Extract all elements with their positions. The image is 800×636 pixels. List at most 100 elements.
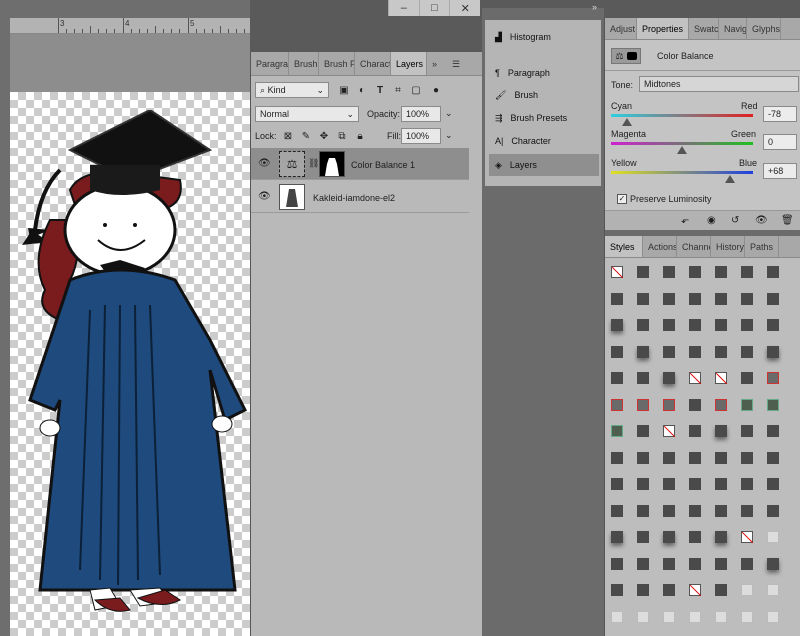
style-swatch[interactable] xyxy=(715,557,727,570)
eye-icon[interactable]: 👁︎ xyxy=(755,215,768,226)
style-swatch[interactable] xyxy=(663,557,675,570)
style-swatch[interactable] xyxy=(767,531,779,543)
magenta-green-track[interactable] xyxy=(611,142,753,145)
style-swatch[interactable] xyxy=(663,345,675,358)
opacity-input[interactable]: 100% xyxy=(401,106,441,122)
style-swatch[interactable] xyxy=(715,504,727,517)
style-swatch[interactable] xyxy=(689,531,701,543)
style-swatch[interactable] xyxy=(741,398,753,411)
clip-to-layer-icon[interactable]: ⬐ xyxy=(681,215,689,226)
lock-all-icon[interactable]: 🔒︎ xyxy=(353,129,367,143)
style-swatch[interactable] xyxy=(767,398,779,411)
style-swatch[interactable] xyxy=(611,504,623,517)
lock-image-icon[interactable]: ✎ xyxy=(299,129,313,143)
mask-icon[interactable] xyxy=(626,52,637,60)
style-swatch[interactable] xyxy=(715,425,727,437)
style-swatch[interactable] xyxy=(611,398,623,411)
lock-artboard-icon[interactable]: ⧉ xyxy=(335,129,349,143)
style-swatch[interactable] xyxy=(611,319,623,331)
style-swatch[interactable] xyxy=(715,451,727,464)
style-swatch[interactable] xyxy=(663,584,675,596)
blend-mode-select[interactable]: Normal ⌄ xyxy=(255,106,359,122)
style-swatch[interactable] xyxy=(767,478,779,490)
style-swatch[interactable] xyxy=(637,557,649,570)
layer-name[interactable]: Kakleid-iamdone-el2 xyxy=(313,193,395,203)
style-swatch-none[interactable] xyxy=(663,425,675,437)
style-swatch[interactable] xyxy=(767,451,779,464)
tab-paths[interactable]: Paths xyxy=(745,236,779,257)
tab-styles[interactable]: Styles xyxy=(605,236,643,257)
style-swatch[interactable] xyxy=(741,425,753,437)
link-icon[interactable]: ⛓ xyxy=(308,158,319,169)
cyan-red-slider-handle[interactable] xyxy=(621,118,632,126)
yellow-blue-value-input[interactable]: +68 xyxy=(763,163,797,179)
layer-name[interactable]: Color Balance 1 xyxy=(351,160,415,170)
style-swatch[interactable] xyxy=(637,531,649,543)
dock-collapse-icon[interactable]: » xyxy=(592,2,597,12)
magenta-green-value-input[interactable]: 0 xyxy=(763,134,797,150)
style-swatch[interactable] xyxy=(663,292,675,305)
style-swatch[interactable] xyxy=(715,610,727,623)
tone-select[interactable]: Midtones xyxy=(639,76,799,92)
yellow-blue-slider-handle[interactable] xyxy=(725,175,736,183)
style-swatch[interactable] xyxy=(637,345,649,358)
cyan-red-value-input[interactable]: -78 xyxy=(763,106,797,122)
tab-layers[interactable]: Layers xyxy=(391,52,427,75)
fill-input[interactable]: 100% xyxy=(401,128,441,144)
style-swatch[interactable] xyxy=(637,319,649,331)
style-swatch[interactable] xyxy=(689,610,701,623)
tab-history[interactable]: History xyxy=(711,236,745,257)
style-swatch[interactable] xyxy=(611,531,623,543)
style-swatch[interactable] xyxy=(767,266,779,278)
style-swatch[interactable] xyxy=(715,478,727,490)
chevron-down-icon[interactable]: ⌄ xyxy=(445,130,453,141)
style-swatch[interactable] xyxy=(767,425,779,437)
tab-adjustments[interactable]: Adjust xyxy=(605,18,637,39)
filter-smart-object-icon[interactable]: ▢ xyxy=(409,83,423,97)
tab-actions[interactable]: Actions xyxy=(643,236,677,257)
style-swatch[interactable] xyxy=(637,266,649,278)
tab-swatches[interactable]: Swatc xyxy=(689,18,719,39)
filter-type-icon[interactable]: T xyxy=(373,83,387,97)
layer-row-image[interactable]: 👁︎ Kakleid-iamdone-el2 xyxy=(251,181,469,213)
yellow-blue-track[interactable] xyxy=(611,171,753,174)
filter-adjustment-icon[interactable]: ◐ xyxy=(355,83,369,97)
style-swatch[interactable] xyxy=(663,451,675,464)
eye-icon[interactable]: 👁︎ xyxy=(258,158,271,169)
style-swatch[interactable] xyxy=(767,610,779,623)
chevron-down-icon[interactable]: ⌄ xyxy=(445,108,453,119)
reset-icon[interactable]: ↺ xyxy=(731,215,739,226)
panel-menu-icon[interactable]: ☰ xyxy=(447,52,465,75)
style-swatch[interactable] xyxy=(611,584,623,596)
tab-character[interactable]: Charact xyxy=(355,52,391,75)
lock-position-icon[interactable]: ✥ xyxy=(317,129,331,143)
style-swatch[interactable] xyxy=(767,319,779,331)
dock-item-layers[interactable]: ◈ Layers xyxy=(489,154,599,176)
style-swatch[interactable] xyxy=(689,266,701,278)
style-swatch[interactable] xyxy=(767,557,779,570)
filter-toggle-icon[interactable]: ● xyxy=(429,83,443,97)
style-swatch[interactable] xyxy=(663,372,675,384)
filter-shape-icon[interactable]: ⌗ xyxy=(391,83,405,97)
dock-item-character[interactable]: A| Character xyxy=(489,130,599,152)
style-swatch[interactable] xyxy=(611,345,623,358)
style-swatch-none[interactable] xyxy=(689,584,701,596)
style-swatch[interactable] xyxy=(715,292,727,305)
style-swatch[interactable] xyxy=(741,557,753,570)
style-swatch[interactable] xyxy=(767,292,779,305)
style-swatch[interactable] xyxy=(715,319,727,331)
preserve-luminosity-checkbox[interactable]: ✓ xyxy=(617,194,627,204)
style-swatch[interactable] xyxy=(741,319,753,331)
style-swatch[interactable] xyxy=(663,478,675,490)
minimize-button[interactable]: – xyxy=(388,0,419,16)
style-swatch[interactable] xyxy=(741,584,753,596)
tab-navigator[interactable]: Navig xyxy=(719,18,747,39)
style-swatch[interactable] xyxy=(715,584,727,596)
style-swatch[interactable] xyxy=(767,504,779,517)
style-swatch[interactable] xyxy=(741,451,753,464)
style-swatch[interactable] xyxy=(611,478,623,490)
tab-glyphs[interactable]: Glyphs xyxy=(747,18,781,39)
style-swatch[interactable] xyxy=(689,451,701,464)
style-swatch[interactable] xyxy=(715,531,727,543)
view-previous-state-icon[interactable]: ◉ xyxy=(707,215,716,226)
